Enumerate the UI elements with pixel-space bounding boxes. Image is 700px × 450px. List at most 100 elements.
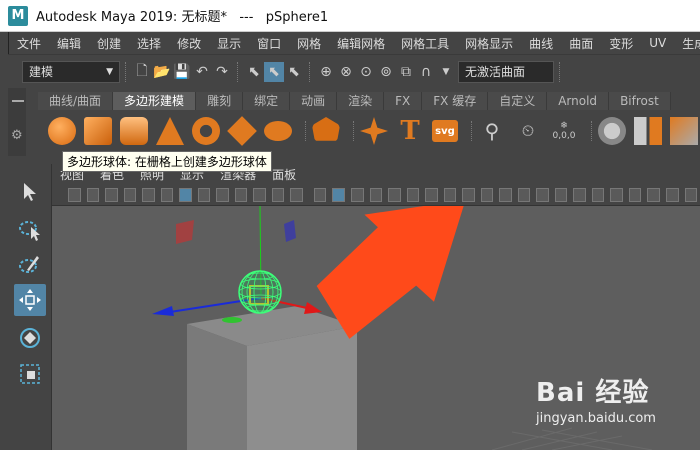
- poly-cylinder-icon[interactable]: [120, 117, 148, 145]
- menu-edit-mesh[interactable]: 编辑网格: [329, 35, 393, 52]
- shadows-icon[interactable]: [425, 187, 438, 202]
- safe-action-icon[interactable]: [271, 187, 285, 202]
- snap-grid-icon[interactable]: ⊕: [316, 62, 336, 82]
- xray-joints-icon[interactable]: [573, 187, 586, 202]
- gear-icon[interactable]: ⚙: [11, 128, 23, 143]
- two-d-pan-icon[interactable]: [142, 187, 155, 202]
- bevel-icon[interactable]: [598, 117, 626, 145]
- chevron-down-icon[interactable]: ▼: [436, 62, 456, 82]
- shelf-menu-icon[interactable]: [12, 100, 24, 102]
- menu-select[interactable]: 选择: [129, 35, 169, 52]
- default-material-icon[interactable]: [350, 187, 364, 202]
- scale-tool[interactable]: [14, 358, 46, 390]
- snap-curve-icon[interactable]: ⊗: [336, 62, 356, 82]
- gamma-icon[interactable]: [610, 187, 623, 202]
- select-component-icon[interactable]: ⬉: [284, 62, 304, 82]
- smooth-shade-icon[interactable]: [332, 187, 345, 202]
- poly-torus-icon[interactable]: [192, 117, 220, 145]
- menu-curves[interactable]: 曲线: [521, 35, 561, 52]
- gate-mask-icon[interactable]: [234, 187, 248, 202]
- poly-sphere-selected[interactable]: [238, 270, 282, 314]
- menu-file[interactable]: 文件: [9, 35, 49, 52]
- menu-uv[interactable]: UV: [641, 36, 674, 50]
- extrude-icon[interactable]: [670, 117, 698, 145]
- tab-rigging[interactable]: 绑定: [243, 92, 291, 110]
- poly-cube-icon[interactable]: [84, 117, 112, 145]
- redo-icon[interactable]: ↷: [212, 62, 232, 82]
- textured-icon[interactable]: [388, 187, 401, 202]
- field-chart-icon[interactable]: [253, 187, 266, 202]
- tab-fx-caching[interactable]: FX 缓存: [422, 92, 489, 110]
- move-tool[interactable]: [14, 284, 46, 316]
- menu-mesh-tools[interactable]: 网格工具: [393, 35, 457, 52]
- platonic-solid-icon[interactable]: [312, 117, 340, 141]
- save-scene-icon[interactable]: 💾: [172, 62, 192, 82]
- tab-arnold[interactable]: Arnold: [547, 92, 610, 110]
- magnet-icon[interactable]: ∩: [416, 62, 436, 82]
- poly-cone-icon[interactable]: [156, 117, 184, 145]
- tab-bifrost[interactable]: Bifrost: [609, 92, 671, 110]
- grease-pencil-icon[interactable]: [160, 187, 174, 202]
- panel-layout-2-icon[interactable]: [666, 187, 679, 202]
- tab-fx[interactable]: FX: [384, 92, 423, 110]
- lasso-tool[interactable]: [14, 214, 46, 246]
- xray-icon[interactable]: [536, 187, 549, 202]
- film-gate-icon[interactable]: [197, 187, 211, 202]
- poly-plane-icon[interactable]: [227, 116, 257, 146]
- poly-svg-icon[interactable]: svg: [432, 120, 458, 142]
- menu-modify[interactable]: 修改: [169, 35, 209, 52]
- open-scene-icon[interactable]: 📂: [152, 62, 172, 82]
- poly-type-icon[interactable]: T: [396, 116, 424, 146]
- select-hierarchy-icon[interactable]: ⬉: [244, 62, 264, 82]
- camera-attributes-icon[interactable]: [86, 187, 100, 202]
- select-tool[interactable]: [14, 176, 46, 208]
- rotate-tool[interactable]: [14, 322, 46, 354]
- menu-create[interactable]: 创建: [89, 35, 129, 52]
- undo-icon[interactable]: ↶: [192, 62, 212, 82]
- lights-icon[interactable]: [406, 187, 420, 202]
- tab-rendering[interactable]: 渲染: [337, 92, 385, 110]
- tab-sculpting[interactable]: 雕刻: [196, 92, 244, 110]
- live-surface-field[interactable]: 无激活曲面: [458, 60, 554, 83]
- paint-select-tool[interactable]: [14, 250, 46, 282]
- menu-generate[interactable]: 生成: [674, 35, 700, 52]
- tab-curves-surfaces[interactable]: 曲线/曲面: [38, 92, 114, 110]
- gizmo-x-arrow[interactable]: [304, 302, 322, 314]
- wireframe-on-shaded-icon[interactable]: [369, 187, 383, 202]
- tab-animation[interactable]: 动画: [290, 92, 338, 110]
- menu-mesh-display[interactable]: 网格显示: [457, 35, 521, 52]
- poly-sphere-icon[interactable]: [48, 117, 76, 145]
- menu-mesh[interactable]: 网格: [289, 35, 329, 52]
- poly-disc-icon[interactable]: [264, 121, 292, 141]
- camera-icon[interactable]: [68, 187, 81, 202]
- gizmo-z-arrow[interactable]: [152, 306, 174, 316]
- ambient-occlusion-icon[interactable]: [443, 187, 457, 202]
- menu-display[interactable]: 显示: [209, 35, 249, 52]
- super-shape-icon[interactable]: [360, 117, 388, 145]
- menu-edit[interactable]: 编辑: [49, 35, 89, 52]
- isolate-select-icon[interactable]: [517, 187, 531, 202]
- xray-active-icon[interactable]: [554, 187, 568, 202]
- color-management-icon[interactable]: [628, 187, 642, 202]
- snap-point-icon[interactable]: ⊙: [356, 62, 376, 82]
- tab-poly-modeling[interactable]: 多边形建模: [113, 92, 197, 110]
- menu-surfaces[interactable]: 曲面: [561, 35, 601, 52]
- grid-icon[interactable]: [179, 187, 192, 202]
- combine-icon[interactable]: ⚲: [478, 117, 506, 145]
- separate-icon[interactable]: ⏲: [514, 117, 542, 145]
- anti-aliasing-icon[interactable]: [480, 187, 494, 202]
- panel-layout-3-icon[interactable]: [684, 187, 698, 202]
- wireframe-icon[interactable]: [313, 187, 327, 202]
- image-plane-icon[interactable]: [123, 187, 137, 202]
- bookmark-icon[interactable]: [105, 187, 118, 202]
- depth-of-field-icon[interactable]: [499, 187, 512, 202]
- select-object-icon[interactable]: ⬉: [264, 61, 284, 82]
- menu-windows[interactable]: 窗口: [249, 35, 289, 52]
- menu-set-dropdown[interactable]: 建模 ▼: [22, 60, 120, 83]
- motion-blur-icon[interactable]: [462, 187, 475, 202]
- resolution-gate-icon[interactable]: [216, 187, 229, 202]
- new-scene-icon[interactable]: 🗋: [132, 62, 152, 82]
- snap-surface-icon[interactable]: ⧉: [396, 62, 416, 82]
- poly-cube[interactable]: [187, 306, 357, 450]
- gizmo-plane-handle[interactable]: [222, 317, 242, 323]
